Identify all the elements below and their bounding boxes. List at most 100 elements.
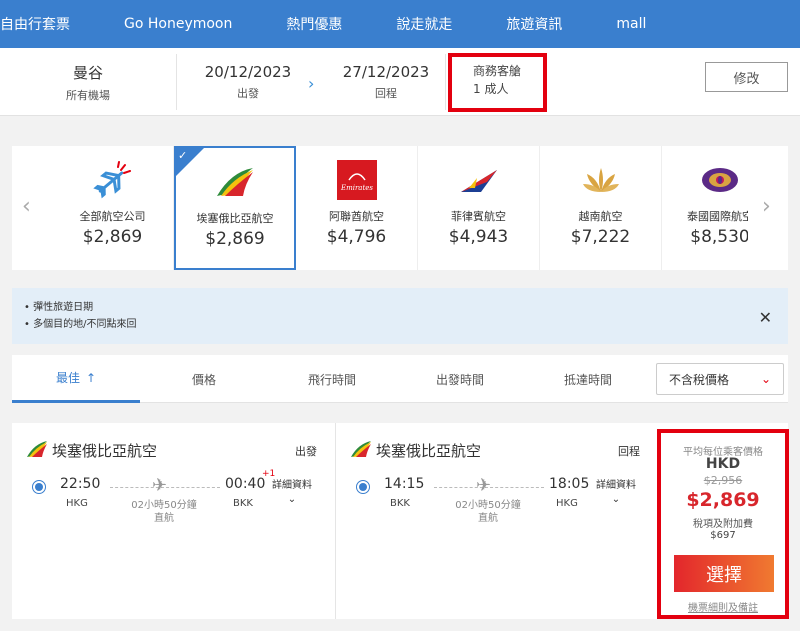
philippine-airlines-logo bbox=[457, 160, 501, 200]
airline-card-vietnam[interactable]: 越南航空 $7,222 bbox=[540, 146, 662, 270]
airline-card-all[interactable]: 全部航空公司 $2,869 bbox=[52, 146, 174, 270]
plane-icon: ✈ bbox=[152, 475, 168, 496]
depart-date: 20/12/2023 bbox=[204, 63, 292, 81]
tab-price[interactable]: 價格 bbox=[140, 355, 268, 403]
fare-rules-link[interactable]: 機票細則及備註 bbox=[661, 599, 785, 614]
check-icon: ✓ bbox=[178, 149, 188, 162]
ethiopian-logo bbox=[351, 441, 371, 457]
airline-price: $2,869 bbox=[82, 227, 143, 247]
close-icon[interactable]: ✕ bbox=[759, 308, 772, 327]
radio-selected[interactable] bbox=[32, 480, 46, 494]
airline-name: 全部航空公司 bbox=[79, 210, 146, 223]
airline-price: $7,222 bbox=[570, 227, 631, 247]
airline-name: 阿聯酋航空 bbox=[329, 210, 384, 223]
departure-airport: HKG bbox=[66, 498, 88, 509]
nav-item-honeymoon[interactable]: Go Honeymoon bbox=[97, 16, 259, 32]
details-toggle[interactable]: 詳細資料 ⌄ bbox=[596, 479, 636, 507]
banner-line[interactable]: • 多個目的地/不同點來回 bbox=[24, 315, 136, 330]
day-offset: +1 bbox=[262, 469, 276, 479]
info-banner: • 彈性旅遊日期 • 多個目的地/不同點來回 ✕ bbox=[12, 288, 788, 344]
arrival-airport: HKG bbox=[556, 498, 578, 509]
nav-item-travel-info[interactable]: 旅遊資訊 bbox=[479, 14, 589, 34]
airline-price: $4,943 bbox=[448, 227, 509, 247]
details-label: 詳細資料 bbox=[596, 480, 636, 491]
tab-label: 最佳 bbox=[55, 371, 80, 385]
original-price: $2,956 bbox=[703, 474, 743, 487]
flight-result-card: 埃塞俄比亞航空 出發 22:50 HKG ✈ 02小時50分鐘 直航 00:40… bbox=[12, 423, 789, 619]
arrival-time: 18:05 bbox=[549, 476, 590, 492]
departure-time: 14:15 bbox=[384, 476, 425, 492]
currency: HKD bbox=[705, 456, 741, 472]
cabin-passenger-cell[interactable]: 商務客艙 1 成人 bbox=[473, 62, 521, 98]
tax-select-value: 不含稅價格 bbox=[669, 372, 730, 387]
tab-flight-time[interactable]: 飛行時間 bbox=[268, 355, 396, 403]
chevron-left-icon[interactable]: ‹ bbox=[22, 194, 31, 219]
inbound-leg[interactable]: 埃塞俄比亞航空 回程 14:15 BKK ✈ 02小時50分鐘 直航 18:05… bbox=[336, 423, 656, 619]
chevron-right-icon[interactable]: › bbox=[762, 194, 771, 219]
direction-label: 出發 bbox=[295, 445, 317, 458]
nav-item-mall[interactable]: mall bbox=[589, 16, 673, 32]
return-label: 回程 bbox=[375, 87, 397, 100]
flight-duration: 02小時50分鐘 直航 bbox=[440, 499, 536, 525]
airline-card-ethiopian[interactable]: ✓ 埃塞俄比亞航空 $2,869 bbox=[174, 146, 296, 270]
direction-label: 回程 bbox=[618, 445, 640, 458]
airline-price: $8,530 bbox=[690, 227, 748, 247]
search-summary: 曼谷 所有機場 20/12/2023 出發 › 27/12/2023 回程 bbox=[0, 48, 800, 116]
airline-name: 菲律賓航空 bbox=[451, 210, 506, 223]
sort-bar: 最佳 ↑ 價格 飛行時間 出發時間 抵達時間 不含稅價格 ⌄ bbox=[12, 355, 788, 403]
duration-text: 02小時50分鐘 bbox=[131, 500, 197, 511]
depart-label: 出發 bbox=[237, 87, 259, 100]
depart-date-cell[interactable]: 20/12/2023 出發 bbox=[190, 48, 306, 116]
nav-item-deals[interactable]: 熱門優惠 bbox=[259, 14, 369, 34]
chevron-down-icon: ⌄ bbox=[287, 494, 297, 505]
nav-item-last-minute[interactable]: 說走就走 bbox=[369, 14, 479, 34]
arrival-time: 00:40 bbox=[225, 476, 266, 492]
airline-card-philippine[interactable]: 菲律賓航空 $4,943 bbox=[418, 146, 540, 270]
details-toggle[interactable]: 詳細資料 ⌄ bbox=[272, 479, 312, 507]
emirates-logo-text: Emirates bbox=[339, 184, 372, 192]
current-price: $2,869 bbox=[686, 489, 760, 511]
tab-best[interactable]: 最佳 ↑ bbox=[12, 355, 140, 403]
airline-name: 泰國國際航空 bbox=[687, 210, 748, 223]
airline-price: $4,796 bbox=[326, 227, 387, 247]
airline-price: $2,869 bbox=[205, 229, 265, 249]
destination-cell[interactable]: 曼谷 所有機場 bbox=[0, 48, 176, 116]
tax-select[interactable]: 不含稅價格 ⌄ bbox=[656, 363, 784, 395]
banner-line[interactable]: • 彈性旅遊日期 bbox=[24, 298, 93, 313]
chevron-right-icon: › bbox=[308, 74, 315, 93]
divider bbox=[445, 54, 446, 110]
price-panel: 平均每位乘客價格 HKD $2,956 $2,869 稅項及附加費 $697 選… bbox=[657, 429, 789, 619]
chevron-down-icon: ⌄ bbox=[760, 372, 771, 386]
tax-value: $697 bbox=[710, 530, 736, 541]
return-date: 27/12/2023 bbox=[342, 63, 430, 81]
emirates-logo: Emirates bbox=[335, 160, 379, 200]
stops-text: 直航 bbox=[478, 513, 498, 524]
departure-airport: BKK bbox=[390, 498, 410, 509]
flight-duration: 02小時50分鐘 直航 bbox=[116, 499, 212, 525]
airline-name: 越南航空 bbox=[578, 210, 623, 223]
nav-item-package[interactable]: 自由行套票 bbox=[0, 14, 97, 34]
airline-name: 埃塞俄比亞航空 bbox=[376, 442, 482, 460]
plane-icon bbox=[91, 160, 135, 200]
duration-text: 02小時50分鐘 bbox=[455, 500, 521, 511]
airline-card-emirates[interactable]: Emirates 阿聯酋航空 $4,796 bbox=[296, 146, 418, 270]
outbound-leg[interactable]: 埃塞俄比亞航空 出發 22:50 HKG ✈ 02小時50分鐘 直航 00:40… bbox=[12, 423, 335, 619]
edit-search-button[interactable]: 修改 bbox=[705, 62, 788, 92]
arrow-up-icon: ↑ bbox=[85, 370, 97, 385]
cabin-class: 商務客艙 bbox=[473, 64, 522, 78]
airline-card-thai[interactable]: 泰國國際航空 $8,530 bbox=[662, 146, 748, 270]
divider bbox=[176, 54, 177, 110]
departure-time: 22:50 bbox=[60, 476, 101, 492]
tab-arrival-time[interactable]: 抵達時間 bbox=[524, 355, 652, 403]
top-nav: 自由行套票 Go Honeymoon 熱門優惠 說走就走 旅遊資訊 mall bbox=[0, 0, 800, 48]
ethiopian-logo bbox=[213, 162, 257, 202]
tax-label: 稅項及附加費 bbox=[693, 519, 753, 530]
destination-sub: 所有機場 bbox=[66, 88, 110, 102]
stops-text: 直航 bbox=[154, 513, 174, 524]
select-button[interactable]: 選擇 bbox=[674, 555, 774, 592]
chevron-down-icon: ⌄ bbox=[611, 494, 621, 505]
arrival-airport: BKK bbox=[233, 498, 253, 509]
tab-departure-time[interactable]: 出發時間 bbox=[396, 355, 524, 403]
radio-selected[interactable] bbox=[356, 480, 370, 494]
return-date-cell[interactable]: 27/12/2023 回程 bbox=[328, 48, 444, 116]
